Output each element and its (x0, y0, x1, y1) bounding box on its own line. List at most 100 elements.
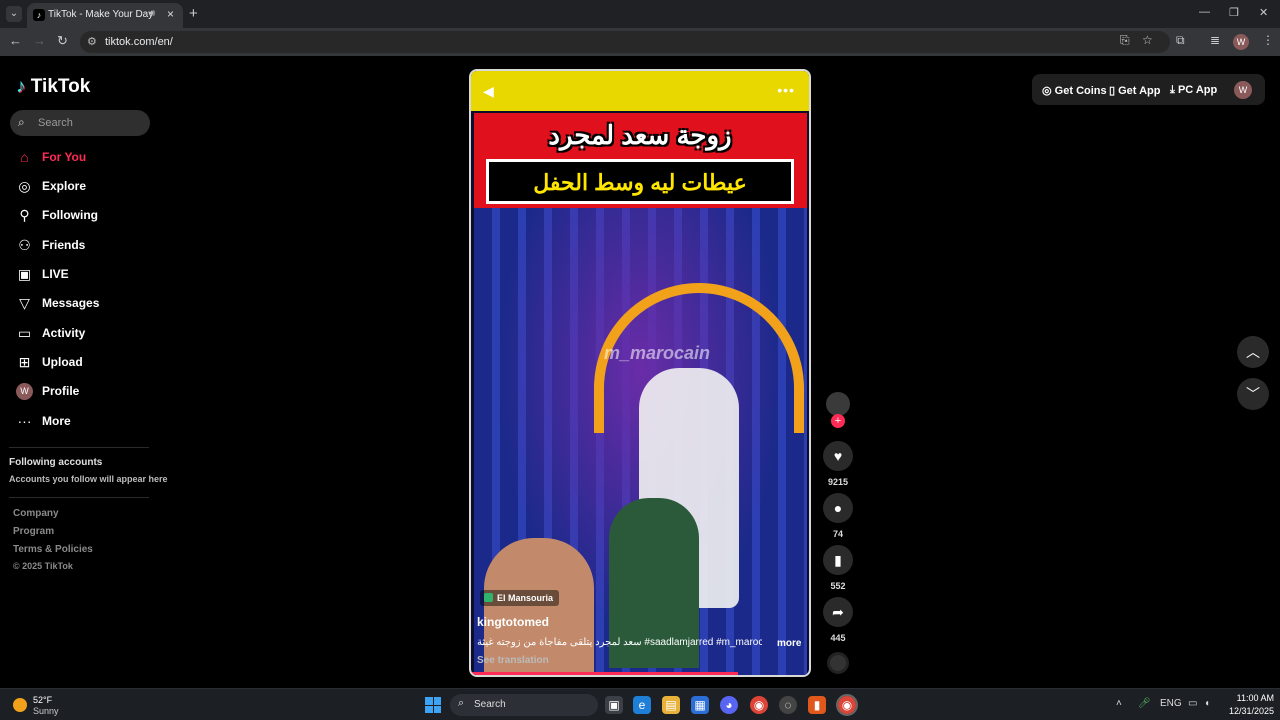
language-indicator[interactable]: ENG (1160, 698, 1182, 709)
get-app-button[interactable]: ▯ Get App (1109, 84, 1161, 97)
get-coins-button[interactable]: ◎ Get Coins (1042, 84, 1107, 97)
header-avatar[interactable]: W (1234, 81, 1252, 99)
footer-link-company[interactable]: Company (13, 508, 59, 519)
tray-overflow-icon[interactable]: ˄ (1116, 698, 1122, 709)
chevron-up-icon: ︿ (1246, 344, 1260, 360)
mic-icon[interactable]: 🎤︎ (1138, 698, 1151, 709)
sidebar-item-explore[interactable]: ◎ Explore (16, 176, 156, 198)
logo-text: TikTok (30, 76, 91, 97)
audio-playing-icon[interactable]: 🔊︎ (149, 8, 155, 19)
new-tab-button[interactable]: + (189, 5, 198, 22)
clock-date[interactable]: 12/31/2025 (1222, 706, 1274, 716)
start-button[interactable] (425, 697, 441, 713)
browser-menu-icon[interactable]: ⋮ (1262, 33, 1274, 47)
tab-search-button[interactable]: ⌄ (6, 6, 22, 22)
sidebar-item-profile[interactable]: W Profile (16, 381, 156, 403)
reading-list-icon[interactable]: ≣ (1210, 33, 1220, 47)
install-app-icon[interactable]: ⎘ (1120, 33, 1130, 48)
tab-close-icon[interactable]: × (167, 7, 174, 21)
sidebar-item-upload[interactable]: ⊞ Upload (16, 352, 156, 374)
video-player[interactable]: ◀ ••• زوجة سعد لمجرد عيطات ليه وسط الحفل… (469, 69, 811, 677)
reload-button[interactable]: ↻ (57, 33, 68, 49)
following-accounts-subtitle: Accounts you follow will appear here (9, 474, 168, 484)
pc-app-label: PC App (1177, 84, 1218, 96)
comment-icon: ● (833, 500, 843, 516)
music-disc-icon[interactable] (827, 652, 849, 674)
browser-tab[interactable]: ♪ TikTok - Make Your Day 🔊︎ × (27, 3, 183, 28)
task-view-icon[interactable]: ▣ (605, 696, 623, 714)
discord-icon[interactable]: ◕ (720, 696, 738, 714)
browser-profile-avatar[interactable]: W (1233, 34, 1249, 50)
previous-video-button[interactable]: ︿ (1237, 336, 1269, 368)
edge-icon[interactable]: e (633, 696, 651, 714)
divider (9, 497, 149, 498)
location-icon (484, 593, 493, 602)
extensions-icon[interactable]: ⧉ (1176, 33, 1185, 48)
address-bar[interactable]: ⚙ tiktok.com/en/ (80, 31, 1170, 53)
windows-taskbar: 52°F Sunny ⌕ Search ▣ e ▤ ▦ ◕ ◉ ◌ ▮ ◉ ˄ … (0, 688, 1280, 720)
search-icon: ⌕ (18, 115, 25, 129)
sidebar-item-following[interactable]: ⚲ Following (16, 205, 156, 227)
forward-button[interactable]: → (33, 33, 46, 48)
weather-temperature[interactable]: 52°F (33, 695, 52, 705)
upload-icon: ⊞ (18, 354, 31, 370)
taskbar-search-placeholder: Search (474, 699, 506, 710)
network-icon[interactable]: ▭ (1188, 698, 1197, 709)
sidebar-item-label: Activity (42, 326, 86, 340)
minimize-button[interactable]: — (1199, 6, 1210, 18)
pc-app-button[interactable]: ⤓ PC App (1170, 84, 1217, 97)
sidebar-item-messages[interactable]: ▽ Messages (16, 293, 156, 315)
clock-time[interactable]: 11:00 AM (1226, 693, 1274, 703)
like-button[interactable]: ♥ (823, 441, 853, 471)
get-app-label: Get App (1118, 85, 1161, 97)
sidebar-item-activity[interactable]: ▭ Activity (16, 323, 156, 345)
overlay-subtitle: عيطات ليه وسط الحفل (533, 170, 747, 195)
follow-plus-icon[interactable]: + (831, 414, 845, 428)
sidebar-item-live[interactable]: ▣ LIVE (16, 264, 156, 286)
bookmark-star-icon[interactable]: ☆ (1142, 33, 1153, 47)
video-progress-bar[interactable] (471, 672, 739, 675)
get-coins-label: Get Coins (1054, 85, 1107, 97)
app-icon[interactable]: ◌ (779, 696, 797, 714)
sidebar-item-label: Explore (42, 179, 87, 193)
store-icon[interactable]: ▦ (691, 696, 709, 714)
sidebar-item-friends[interactable]: ⚇ Friends (16, 235, 156, 257)
footer-link-program[interactable]: Program (13, 526, 54, 537)
search-placeholder: Search (38, 117, 73, 129)
site-info-icon[interactable]: ⚙ (87, 35, 97, 48)
video-watermark: m_marocain (604, 343, 711, 363)
share-button[interactable]: ➦ (823, 597, 853, 627)
tiktok-logo[interactable]: ♪ TikTok (16, 76, 90, 98)
next-video-button[interactable]: ﹀ (1237, 378, 1269, 410)
sidebar-item-label: LIVE (42, 267, 69, 281)
search-icon: ⌕ (458, 697, 465, 709)
weather-condition[interactable]: Sunny (33, 706, 59, 716)
see-translation-link[interactable]: See translation (477, 655, 549, 666)
home-icon: ⌂ (20, 149, 29, 165)
back-button[interactable]: ← (9, 33, 22, 48)
phone-icon: ▯ (1109, 85, 1116, 97)
chrome-profile-icon[interactable]: ◉ (836, 694, 858, 716)
volume-icon[interactable]: ◀ (483, 83, 494, 100)
author-name[interactable]: kingtotomed (477, 615, 549, 629)
video-options-icon[interactable]: ••• (777, 82, 795, 98)
speaker-icon[interactable]: ◖ (1204, 698, 1210, 709)
sun-icon[interactable] (13, 698, 27, 712)
share-icon: ➦ (832, 604, 844, 620)
footer-link-terms[interactable]: Terms & Policies (13, 544, 93, 555)
sidebar-item-more[interactable]: ··· More (16, 411, 156, 433)
chrome-icon[interactable]: ◉ (750, 696, 768, 714)
microphone-app-icon[interactable]: ▮ (808, 696, 826, 714)
comment-button[interactable]: ● (823, 493, 853, 523)
restore-button[interactable]: ❐ (1229, 6, 1239, 19)
caption-more-button[interactable]: more (777, 638, 801, 649)
location-tag[interactable]: El Mansouria (480, 590, 560, 606)
save-button[interactable]: ▮ (823, 545, 853, 575)
url-text[interactable]: tiktok.com/en/ (105, 36, 173, 48)
sidebar-item-for-you[interactable]: ⌂ For You (16, 147, 156, 169)
creator-avatar[interactable] (826, 392, 850, 416)
search-input[interactable]: ⌕ Search (10, 110, 150, 136)
window-close-button[interactable]: ✕ (1259, 6, 1268, 19)
file-explorer-icon[interactable]: ▤ (662, 696, 680, 714)
taskbar-search[interactable]: ⌕ Search (450, 694, 598, 716)
